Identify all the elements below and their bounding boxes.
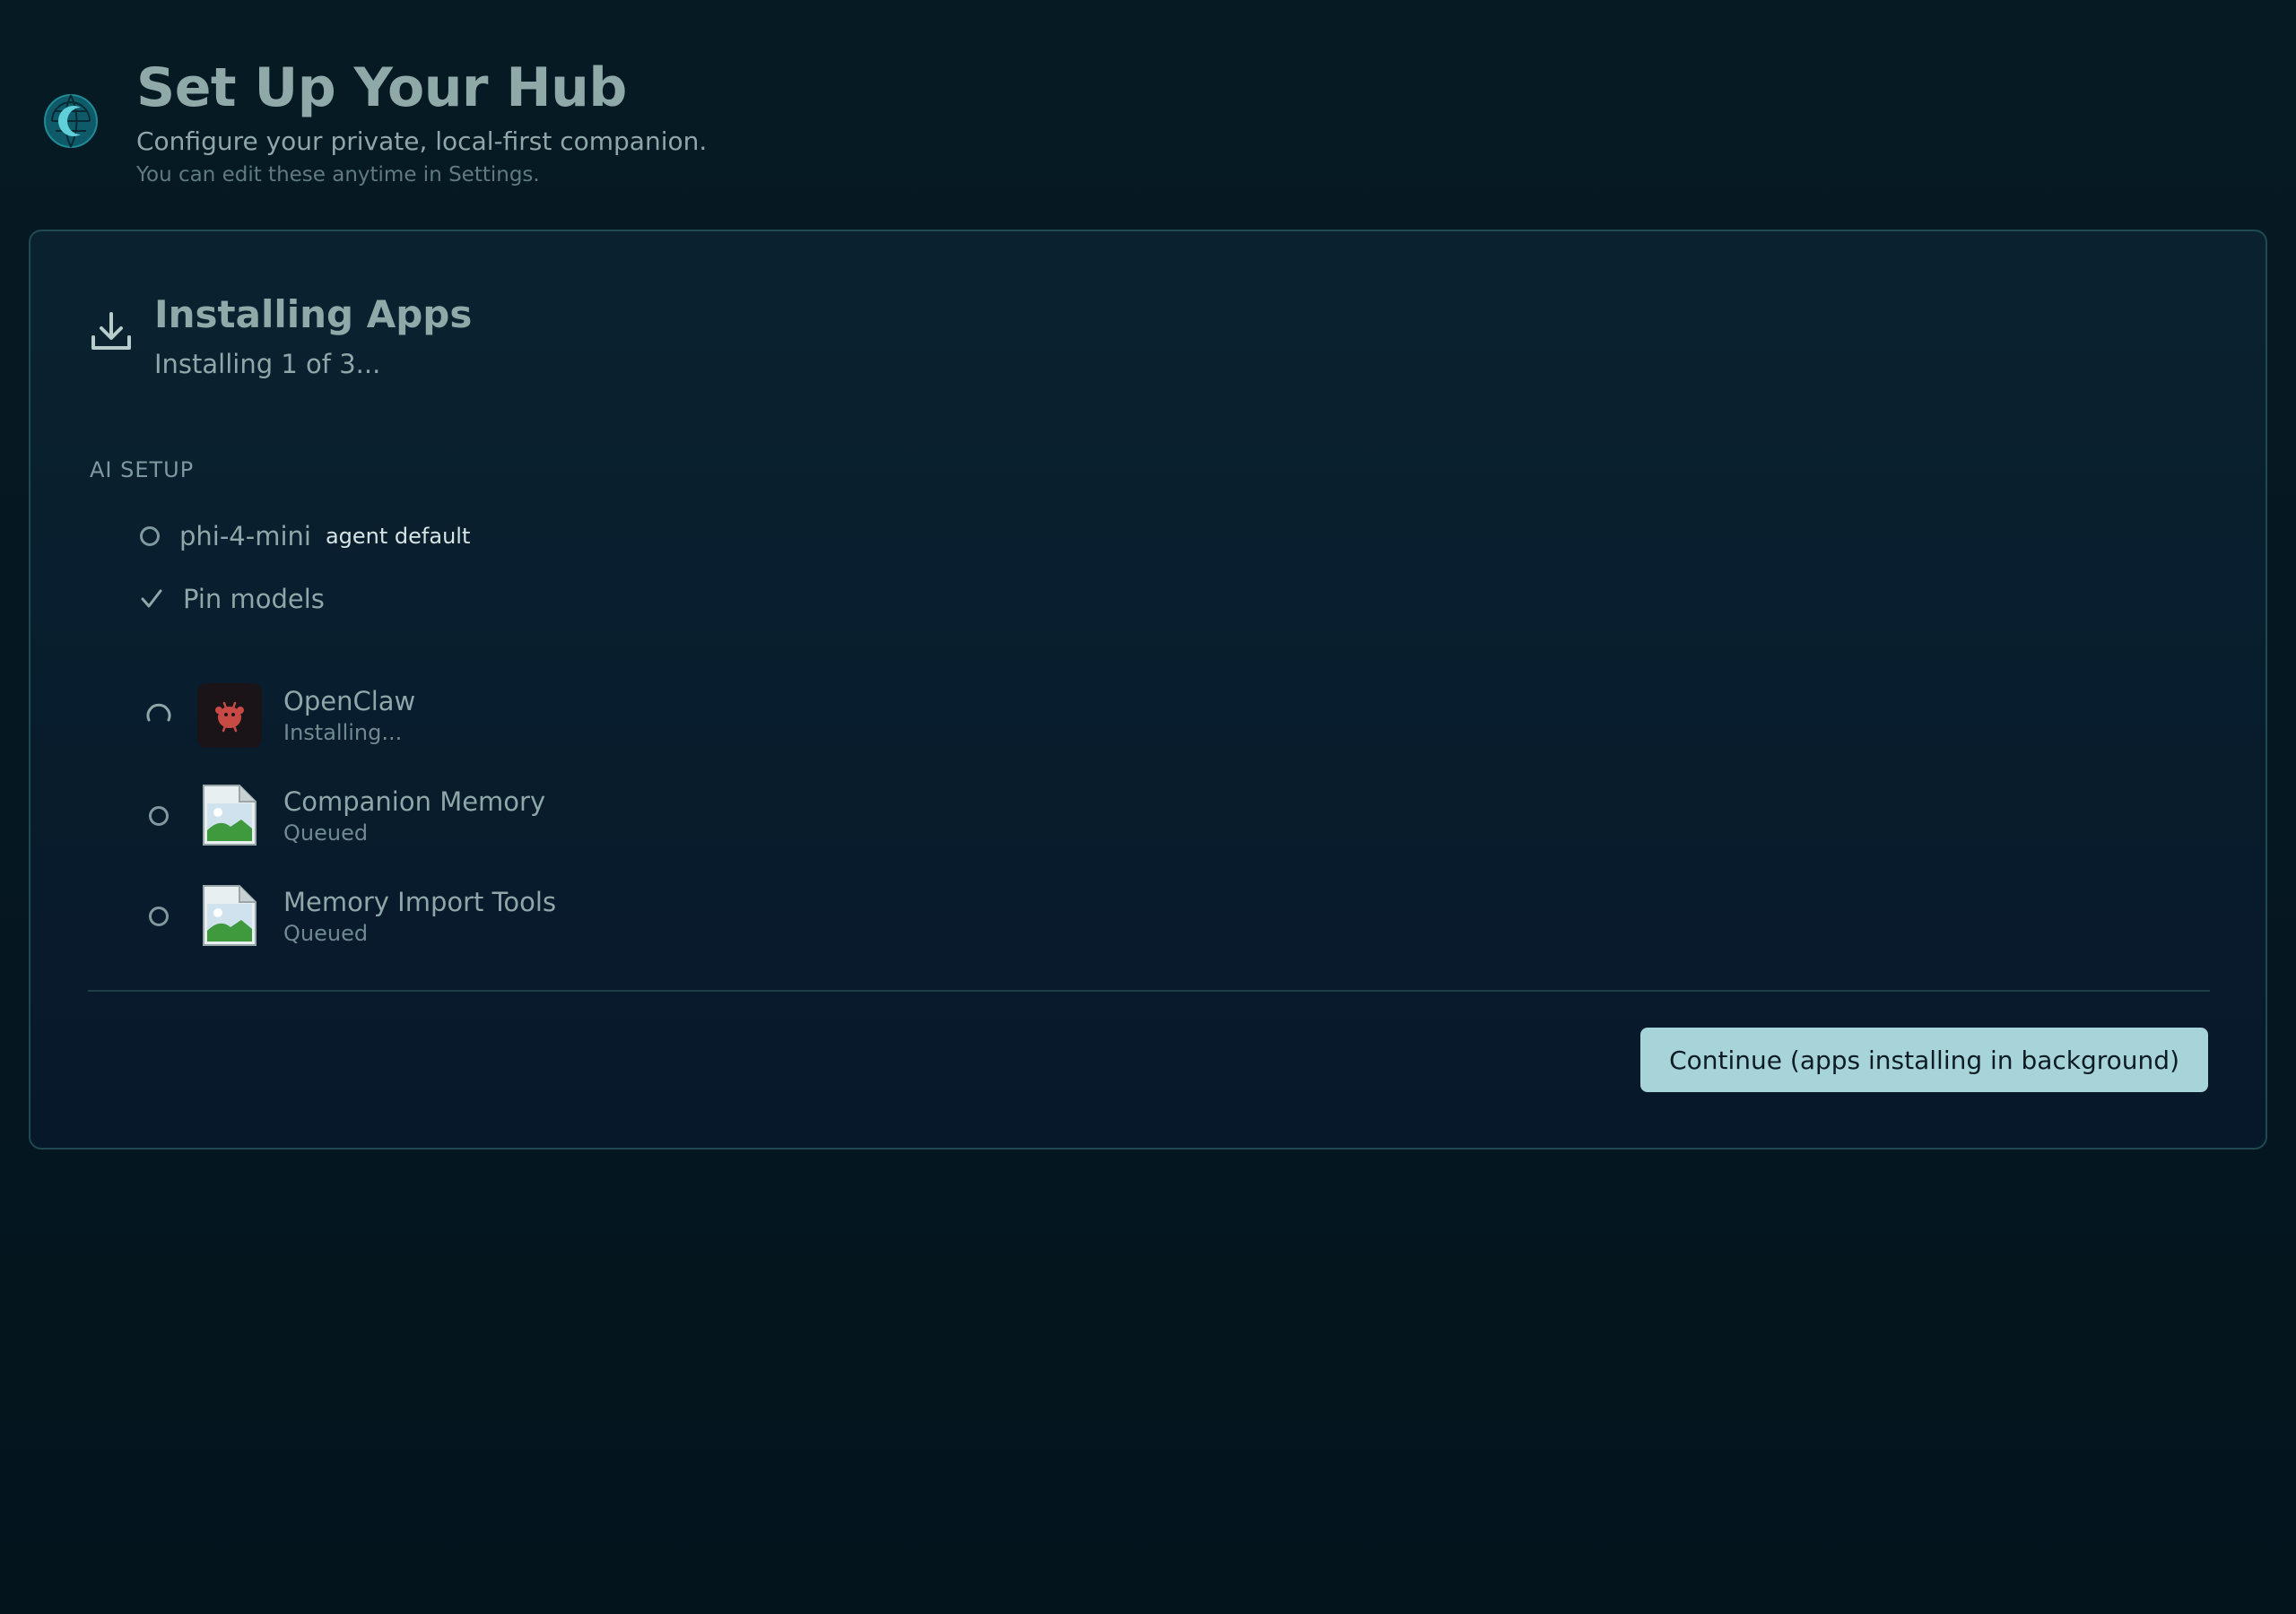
broken-image-icon — [197, 784, 262, 848]
app-row-openclaw: OpenClaw Installing... — [144, 665, 556, 766]
check-icon — [141, 589, 162, 608]
app-name: OpenClaw — [283, 686, 416, 716]
page-subtitle: Configure your private, local-first comp… — [136, 126, 708, 156]
step-progress-text: Installing 1 of 3... — [154, 349, 381, 379]
card-divider — [88, 990, 2210, 992]
download-icon — [91, 312, 131, 350]
step-title: Installing Apps — [154, 292, 473, 336]
pin-models-row: Pin models — [140, 577, 325, 620]
continue-button[interactable]: Continue (apps installing in background) — [1640, 1028, 2208, 1092]
broken-image-icon — [197, 884, 262, 949]
setup-card: Installing Apps Installing 1 of 3... AI … — [29, 230, 2267, 1150]
apps-list: OpenClaw Installing... Companion Memory … — [144, 665, 556, 967]
queued-status-icon — [144, 901, 174, 932]
pin-models-label: Pin models — [183, 584, 325, 614]
step-header: Installing Apps Installing 1 of 3... — [88, 291, 472, 382]
app-row-companion-memory: Companion Memory Queued — [144, 766, 556, 866]
app-row-memory-import-tools: Memory Import Tools Queued — [144, 866, 556, 967]
app-name: Companion Memory — [283, 786, 546, 817]
app-state: Queued — [283, 820, 369, 846]
spinner-icon — [144, 700, 174, 731]
model-name: phi-4-mini — [179, 521, 311, 551]
app-name: Memory Import Tools — [283, 887, 557, 917]
model-row: phi-4-mini agent default — [140, 515, 470, 558]
page-hint: You can edit these anytime in Settings. — [136, 163, 540, 187]
model-badge: agent default — [325, 524, 471, 549]
page-title: Set Up Your Hub — [136, 56, 627, 119]
pending-status-icon — [140, 526, 160, 546]
queued-status-icon — [144, 801, 174, 831]
page-header: Set Up Your Hub Configure your private, … — [43, 54, 707, 188]
hub-logo-icon — [44, 94, 98, 148]
ai-setup-section-label: AI SETUP — [90, 457, 195, 482]
app-state: Queued — [283, 921, 369, 946]
openclaw-app-icon — [197, 683, 262, 748]
app-state: Installing... — [283, 720, 403, 745]
